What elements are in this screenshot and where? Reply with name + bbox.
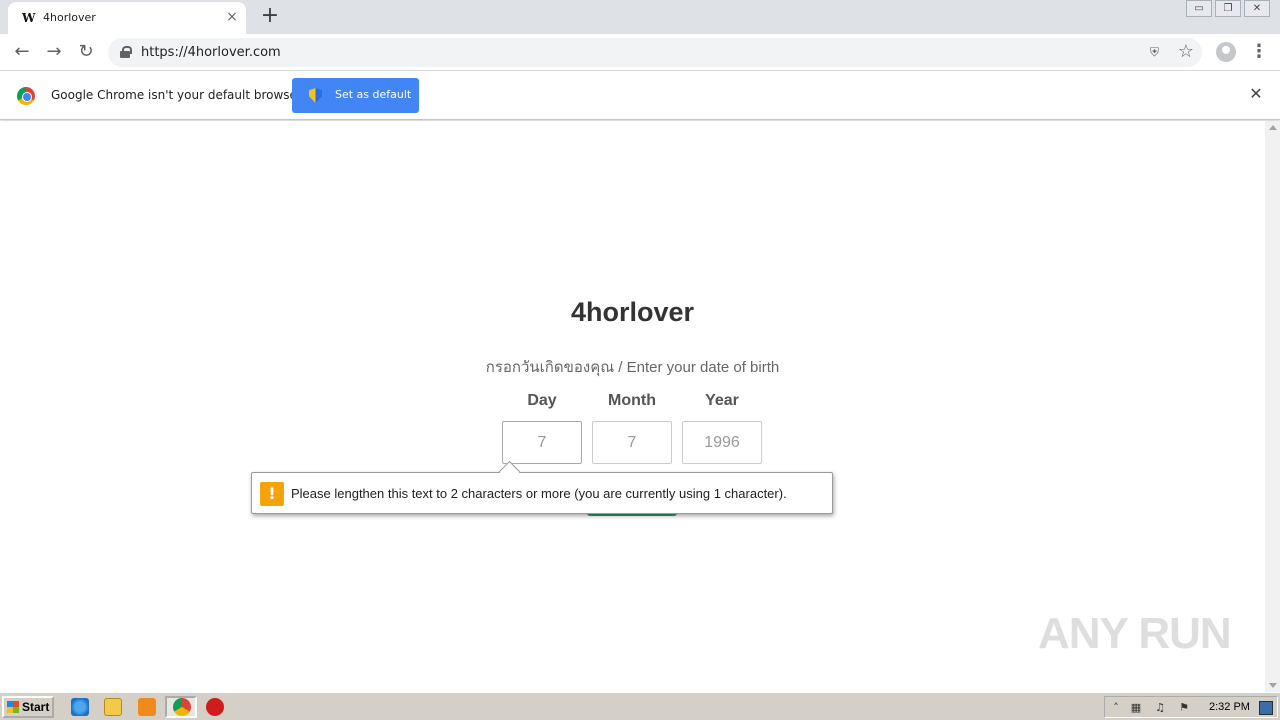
blocked-content-shield-icon[interactable]: ⛨ xyxy=(1150,45,1164,60)
browser-tab[interactable]: W 4horlover × xyxy=(8,2,246,34)
page-title: 4horlover xyxy=(570,297,695,327)
taskbar-chrome-button[interactable] xyxy=(165,696,197,718)
scroll-up-icon[interactable] xyxy=(1269,125,1277,130)
watermark-logo: ANY RUN xyxy=(1038,609,1232,658)
new-tab-button[interactable]: + xyxy=(258,5,282,29)
lock-icon xyxy=(120,46,132,58)
bookmark-star-icon[interactable]: ☆ xyxy=(1178,41,1194,62)
browser-toolbar: ← → ↻ https://4horlover.com ⛨ ☆ ⋮ xyxy=(0,34,1280,71)
site-favicon-icon: W xyxy=(22,11,36,25)
year-input[interactable]: 1996 xyxy=(682,421,762,464)
window-close-button[interactable]: ✕ xyxy=(1244,0,1270,17)
media-player-icon[interactable] xyxy=(138,698,156,716)
set-as-default-label: Set as default xyxy=(335,88,412,101)
start-label: Start xyxy=(22,700,50,714)
start-button[interactable]: Start xyxy=(2,696,54,718)
validation-message: Please lengthen this text to 2 character… xyxy=(291,486,787,501)
set-as-default-button[interactable]: Set as default xyxy=(292,78,419,113)
windows-taskbar: Start ˄ ▦ ♫ ⚑ 2:32 PM xyxy=(0,692,1280,720)
page-scrollbar[interactable] xyxy=(1265,121,1280,692)
windows-logo-icon xyxy=(7,701,19,713)
scroll-down-icon[interactable] xyxy=(1269,683,1277,688)
tab-title: 4horlover xyxy=(43,11,96,24)
infobar-message: Google Chrome isn't your default browser xyxy=(51,88,302,102)
page-subtitle: กรอกวันเกิดของคุณ / Enter your date of b… xyxy=(485,359,780,376)
restore-button[interactable]: ❐ xyxy=(1215,0,1241,17)
network-icon[interactable]: ▦ xyxy=(1129,701,1143,715)
infobar-close-icon[interactable]: ✕ xyxy=(1248,86,1264,102)
validation-tooltip: ! Please lengthen this text to 2 charact… xyxy=(251,472,833,514)
reload-icon[interactable]: ↻ xyxy=(74,40,98,64)
file-explorer-icon[interactable] xyxy=(104,698,122,716)
profile-avatar-icon[interactable] xyxy=(1216,42,1236,62)
address-bar[interactable]: https://4horlover.com ⛨ ☆ xyxy=(108,38,1202,67)
browser-tab-strip: W 4horlover × + ▭ ❐ ✕ xyxy=(0,0,1280,34)
month-input[interactable]: 7 xyxy=(592,421,672,464)
window-controls: ▭ ❐ ✕ xyxy=(1183,0,1270,18)
show-desktop-icon[interactable] xyxy=(1259,701,1273,715)
tab-close-icon[interactable]: × xyxy=(224,9,240,25)
day-input[interactable]: 7 xyxy=(502,421,582,464)
back-arrow-icon[interactable]: ← xyxy=(10,40,34,64)
opera-icon[interactable] xyxy=(206,698,224,716)
chrome-taskbar-icon xyxy=(173,698,191,716)
default-browser-infobar: Google Chrome isn't your default browser… xyxy=(0,71,1280,120)
volume-icon[interactable]: ♫ xyxy=(1153,701,1167,715)
uac-shield-icon xyxy=(309,88,322,103)
system-tray: ˄ ▦ ♫ ⚑ 2:32 PM xyxy=(1104,696,1278,718)
minimize-button[interactable]: ▭ xyxy=(1186,0,1212,17)
chrome-logo-icon xyxy=(17,87,35,105)
year-label: Year xyxy=(705,392,739,409)
taskbar-clock[interactable]: 2:32 PM xyxy=(1209,701,1250,713)
internet-explorer-icon[interactable] xyxy=(71,698,89,716)
tray-expand-icon[interactable]: ˄ xyxy=(1109,701,1123,715)
forward-arrow-icon[interactable]: → xyxy=(42,40,66,64)
chrome-menu-icon[interactable]: ⋮ xyxy=(1250,40,1268,64)
month-label: Month xyxy=(608,392,656,409)
url-text[interactable]: https://4horlover.com xyxy=(141,45,281,60)
web-page: 4horlover กรอกวันเกิดของคุณ / Enter your… xyxy=(0,121,1265,692)
action-center-flag-icon[interactable]: ⚑ xyxy=(1177,701,1191,715)
warning-icon: ! xyxy=(260,482,284,506)
day-label: Day xyxy=(527,392,557,409)
